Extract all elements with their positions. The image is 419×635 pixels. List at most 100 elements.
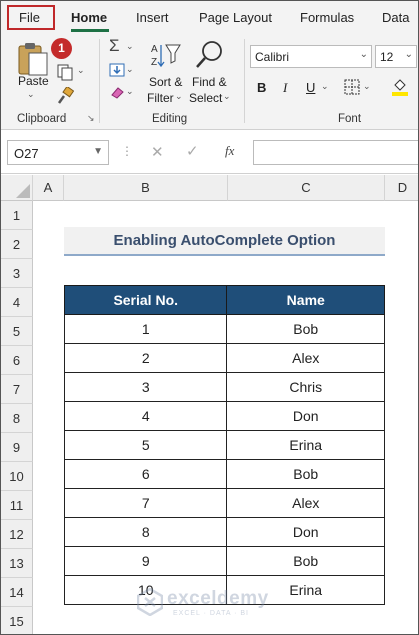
insert-function-button[interactable]: fx — [225, 143, 234, 159]
row-header[interactable]: 4 — [1, 288, 33, 317]
serial-cell[interactable]: 9 — [63, 546, 228, 576]
serial-cell[interactable]: 8 — [63, 517, 228, 547]
step-badge: 1 — [51, 38, 72, 59]
borders-dropdown-icon[interactable]: ⌄ — [363, 81, 371, 92]
sort-filter-icon[interactable]: A Z — [150, 41, 182, 71]
font-size-select[interactable]: 12 ⌄ — [375, 45, 417, 68]
sort-filter-dropdown-icon[interactable]: ⌄ — [175, 91, 183, 102]
row-header[interactable]: 10 — [1, 462, 33, 491]
borders-icon[interactable] — [344, 79, 360, 95]
watermark-tagline: EXCEL · DATA · BI — [173, 610, 249, 617]
name-cell[interactable]: Don — [226, 517, 385, 547]
format-painter-icon[interactable] — [56, 87, 74, 105]
formula-bar-grip-icon: ⋮ — [121, 144, 133, 158]
row-header[interactable]: 12 — [1, 520, 33, 549]
tab-page-layout[interactable]: Page Layout — [199, 10, 272, 25]
autosum-dropdown-icon[interactable]: ⌄ — [126, 41, 134, 52]
clear-icon[interactable] — [109, 85, 125, 99]
sort-label: Sort & — [149, 75, 183, 89]
row-header[interactable]: 8 — [1, 404, 33, 433]
table-row: 9 Bob — [63, 546, 385, 576]
paste-dropdown-icon[interactable]: ⌄ — [27, 89, 35, 100]
formula-buttons: ✕ ✓ fx — [139, 140, 250, 165]
column-header-a[interactable]: A — [33, 175, 64, 201]
fill-color-icon[interactable] — [391, 77, 409, 97]
find-select-icon[interactable] — [194, 39, 226, 71]
table-row: 8 Don — [63, 517, 385, 547]
row-header[interactable]: 3 — [1, 259, 33, 288]
serial-cell[interactable]: 4 — [63, 401, 228, 431]
name-cell[interactable]: Chris — [226, 372, 385, 402]
name-box-value: O27 — [14, 146, 39, 161]
serial-cell[interactable]: 6 — [63, 459, 228, 489]
name-cell[interactable]: Erina — [226, 430, 385, 460]
tab-insert[interactable]: Insert — [136, 10, 169, 25]
group-separator — [99, 39, 100, 123]
italic-button[interactable]: I — [283, 80, 287, 96]
row-header[interactable]: 11 — [1, 491, 33, 520]
editing-group-label: Editing — [152, 113, 188, 125]
fill-dropdown-icon[interactable]: ⌄ — [126, 64, 134, 75]
underline-dropdown-icon[interactable]: ⌄ — [321, 81, 329, 92]
row-header[interactable]: 1 — [1, 201, 33, 230]
copy-dropdown-icon[interactable]: ⌄ — [77, 65, 85, 76]
bold-button[interactable]: B — [257, 80, 266, 95]
autosum-icon[interactable]: Σ — [109, 36, 120, 56]
ribbon-tabs: File Home Insert Page Layout Formulas Da… — [1, 1, 418, 33]
name-cell[interactable]: Bob — [226, 459, 385, 489]
svg-text:Z: Z — [151, 57, 157, 68]
select-all-icon — [16, 184, 30, 198]
font-name-select[interactable]: Calibri ⌄ — [250, 45, 372, 68]
select-all-corner[interactable] — [1, 175, 33, 201]
name-cell[interactable]: Alex — [226, 343, 385, 373]
cancel-icon[interactable]: ✕ — [151, 143, 164, 161]
row-header[interactable]: 14 — [1, 578, 33, 607]
row-header[interactable]: 7 — [1, 375, 33, 404]
clipboard-group-label: Clipboard — [17, 113, 67, 125]
table-row: 3 Chris — [63, 372, 385, 402]
svg-text:A: A — [151, 44, 158, 55]
table-header-row: Serial No. Name — [63, 285, 385, 315]
tab-formulas[interactable]: Formulas — [300, 10, 354, 25]
enter-icon[interactable]: ✓ — [186, 142, 199, 160]
font-size-dropdown-icon: ⌄ — [404, 49, 413, 60]
active-tab-indicator — [71, 29, 109, 32]
row-header[interactable]: 13 — [1, 549, 33, 578]
underline-button[interactable]: U — [306, 80, 315, 95]
serial-cell[interactable]: 7 — [63, 488, 228, 518]
table-row: 4 Don — [63, 401, 385, 431]
fill-icon[interactable] — [109, 63, 125, 77]
tab-home[interactable]: Home — [71, 10, 107, 25]
serial-cell[interactable]: 1 — [63, 314, 228, 344]
name-cell[interactable]: Don — [226, 401, 385, 431]
row-header[interactable]: 6 — [1, 346, 33, 375]
row-header[interactable]: 2 — [1, 230, 33, 259]
data-table: Serial No. Name 1 Bob 2 Alex 3 Chris 4 Don 5 Erin… — [63, 285, 385, 605]
font-name-dropdown-icon: ⌄ — [359, 49, 368, 60]
row-header[interactable]: 5 — [1, 317, 33, 346]
clear-dropdown-icon[interactable]: ⌄ — [126, 86, 134, 97]
copy-icon[interactable] — [56, 63, 74, 81]
serial-header: Serial No. — [63, 285, 228, 315]
formula-input[interactable] — [253, 140, 418, 165]
row-header[interactable]: 15 — [1, 607, 33, 634]
clipboard-launcher-icon[interactable]: ↘ — [87, 113, 95, 124]
name-cell[interactable]: Bob — [226, 546, 385, 576]
serial-cell[interactable]: 2 — [63, 343, 228, 373]
column-header-d[interactable]: D — [385, 175, 418, 201]
find-select-dropdown-icon[interactable]: ⌄ — [223, 91, 231, 102]
select-label: Select — [189, 91, 223, 105]
column-header-b[interactable]: B — [64, 175, 228, 201]
row-header[interactable]: 9 — [1, 433, 33, 462]
table-row: 2 Alex — [63, 343, 385, 373]
column-header-c[interactable]: C — [228, 175, 385, 201]
name-box[interactable]: O27 ▼ — [7, 140, 109, 165]
name-cell[interactable]: Alex — [226, 488, 385, 518]
table-row: 5 Erina — [63, 430, 385, 460]
file-tab-highlight — [7, 5, 55, 30]
serial-cell[interactable]: 5 — [63, 430, 228, 460]
tab-data[interactable]: Data — [382, 10, 409, 25]
name-cell[interactable]: Bob — [226, 314, 385, 344]
serial-cell[interactable]: 3 — [63, 372, 228, 402]
paste-icon[interactable] — [15, 41, 49, 77]
